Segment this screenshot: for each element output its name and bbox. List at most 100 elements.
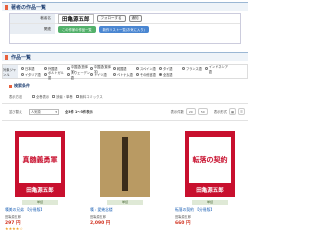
chevron-down-icon: ▾ <box>55 109 57 114</box>
radio-icon[interactable] <box>66 73 70 76</box>
author-info-box: 著者名 田亀源五郎 フォローする 通知 関連 この作家の作品一覧 新作リスト一覧… <box>9 13 241 44</box>
cover-title: 転落の契約 <box>192 156 228 164</box>
view-format-label: 表示形式 <box>213 110 227 114</box>
heading-marker <box>9 84 12 88</box>
section-marker <box>5 54 8 60</box>
author-name[interactable]: 田亀源五郎 <box>58 13 94 24</box>
radio-icon[interactable] <box>20 73 24 76</box>
divider <box>2 103 248 104</box>
genre-option[interactable]: インドネシア語 <box>204 65 228 74</box>
author-works-link[interactable]: この作家の作品一覧 <box>58 25 96 33</box>
genre-label: ポルトガル語 <box>47 70 64 80</box>
sort-row: 並び替え 人気順 ▾ 全3件 1〜3件表示 表示件数 20 50 表示形式 ▦ ☰ <box>9 106 245 117</box>
checkbox[interactable] <box>75 95 79 98</box>
book-card[interactable]: 転落の契約 田亀源五郎 単話 転落の契約 【分冊版】 田亀源五郎 660 円 <box>172 131 248 231</box>
radio-icon[interactable] <box>158 73 162 76</box>
option-free[interactable]: 無料コミックス <box>80 94 103 99</box>
book-author[interactable]: 田亀源五郎 <box>172 214 248 219</box>
radio-icon[interactable] <box>135 67 139 70</box>
radio-icon[interactable] <box>135 73 139 76</box>
divider <box>2 120 248 121</box>
book-price: 660 円 <box>175 221 191 226</box>
genre-label: 日本語 <box>24 67 35 71</box>
book-author[interactable]: 田亀源五郎 <box>87 214 163 219</box>
cover-panel: 転落の契約 <box>189 137 231 183</box>
links-label: 関連 <box>10 24 55 34</box>
filter-label: 対象ジャンル <box>3 65 18 78</box>
grid-view-icon[interactable]: ▦ <box>229 108 236 115</box>
book-price: 2,090 円 <box>90 221 111 226</box>
radio-icon[interactable] <box>181 67 185 70</box>
cover-panel: 真髄義勇軍 <box>19 137 61 183</box>
result-count: 全3件 1〜3件表示 <box>65 110 93 114</box>
author-links-row: 関連 この作家の作品一覧 新作リスト一覧(お気に入り) <box>10 24 240 34</box>
section-title: 著者の作品一覧 <box>11 4 47 11</box>
per-page-20[interactable]: 20 <box>185 108 196 115</box>
checkbox[interactable] <box>32 95 35 98</box>
book-author[interactable]: 田亀源五郎 <box>2 214 78 219</box>
section-marker <box>5 4 8 10</box>
radio-icon[interactable] <box>112 67 116 70</box>
book-cover[interactable]: 真髄義勇軍 田亀源五郎 <box>15 131 65 197</box>
genre-option[interactable]: スウェーデン語 <box>66 70 90 80</box>
book-tag: 単話 <box>192 200 228 205</box>
option-all[interactable]: 全巻表示 <box>36 94 49 99</box>
option-single[interactable]: 読者・単巻 <box>56 94 72 99</box>
radio-icon[interactable] <box>204 67 208 70</box>
book-cover[interactable]: 転落の契約 田亀源五郎 <box>185 131 235 197</box>
genre-list: 日本語 外国語 中国語(簡体字) 中国語(繁体字) 韓国語 スペイン語 タイ語 フランス語 イン… <box>18 65 247 80</box>
genre-label: フランス語 <box>185 67 202 71</box>
list-view-icon[interactable]: ☰ <box>238 108 245 115</box>
genre-label: ベトナム語 <box>116 73 133 77</box>
genre-label: イタリア語 <box>24 73 41 77</box>
book-title[interactable]: 嘆美の兄弟 【分冊版】 <box>2 207 78 213</box>
radio-icon[interactable] <box>43 73 47 76</box>
book-card[interactable]: 真髄義勇軍 田亀源五郎 単話 嘆美の兄弟 【分冊版】 田亀源五郎 297 円 ★… <box>2 131 78 231</box>
radio-icon[interactable] <box>89 73 93 76</box>
cover-author: 田亀源五郎 <box>26 188 54 194</box>
book-card[interactable]: 単話 嘆 : 愛幾念楼 田亀源五郎 2,090 円 <box>87 131 163 231</box>
cover-title: 真髄義勇軍 <box>22 156 58 164</box>
radio-icon[interactable] <box>66 67 70 70</box>
notify-button[interactable]: 通知 <box>128 15 142 22</box>
genre-option[interactable]: フランス語 <box>181 66 205 72</box>
section-title: 作品一覧 <box>11 54 32 61</box>
book-tag: 単話 <box>107 200 143 205</box>
per-page-50[interactable]: 50 <box>197 108 208 115</box>
sort-label: 並び替え <box>9 110 23 114</box>
follow-button[interactable]: フォローする <box>96 15 126 22</box>
book-title[interactable]: 嘆 : 愛幾念楼 <box>87 207 163 213</box>
checkbox[interactable] <box>52 95 56 98</box>
radio-icon[interactable] <box>89 67 93 70</box>
book-title[interactable]: 転落の契約 【分冊版】 <box>172 207 248 213</box>
genre-label: スウェーデン語 <box>70 70 90 80</box>
display-label: 表示方法 <box>9 95 23 99</box>
book-cover[interactable] <box>100 131 150 197</box>
genre-option[interactable]: ドイツ語 <box>89 72 113 78</box>
genre-filter: 対象ジャンル 日本語 外国語 中国語(簡体字) 中国語(繁体字) 韓国語 スペイン語 タイ語… <box>2 64 248 80</box>
book-grid: 真髄義勇軍 田亀源五郎 単話 嘆美の兄弟 【分冊版】 田亀源五郎 297 円 ★… <box>2 131 248 231</box>
genre-label: スペイン語 <box>139 67 156 71</box>
genre-option[interactable]: イタリア語 <box>20 72 44 78</box>
cover-author: 田亀源五郎 <box>196 188 224 194</box>
genre-label: 全言語 <box>162 73 173 77</box>
cover-spine <box>122 137 128 191</box>
radio-icon[interactable] <box>158 67 162 70</box>
sort-select[interactable]: 人気順 ▾ <box>29 108 59 115</box>
book-tag: 単話 <box>22 200 58 205</box>
genre-label: ドイツ語 <box>93 73 107 77</box>
genre-option[interactable]: ポルトガル語 <box>43 70 67 80</box>
new-release-link[interactable]: 新作リスト一覧(お気に入り) <box>98 25 149 33</box>
radio-icon[interactable] <box>112 73 116 76</box>
radio-icon[interactable] <box>20 67 24 70</box>
author-section-header: 著者の作品一覧 <box>2 2 248 11</box>
subhead-text: 検索条件 <box>14 83 30 88</box>
per-page-label: 表示件数 <box>170 110 184 114</box>
author-name-row: 著者名 田亀源五郎 フォローする 通知 <box>10 13 240 24</box>
works-section-header: 作品一覧 <box>2 52 248 61</box>
radio-icon[interactable] <box>43 67 47 70</box>
genre-label: タイ語 <box>162 67 173 71</box>
genre-option[interactable]: ベトナム語 <box>112 72 136 78</box>
genre-option[interactable]: 全言語 <box>158 72 182 78</box>
genre-option[interactable]: その他言語 <box>135 72 159 78</box>
